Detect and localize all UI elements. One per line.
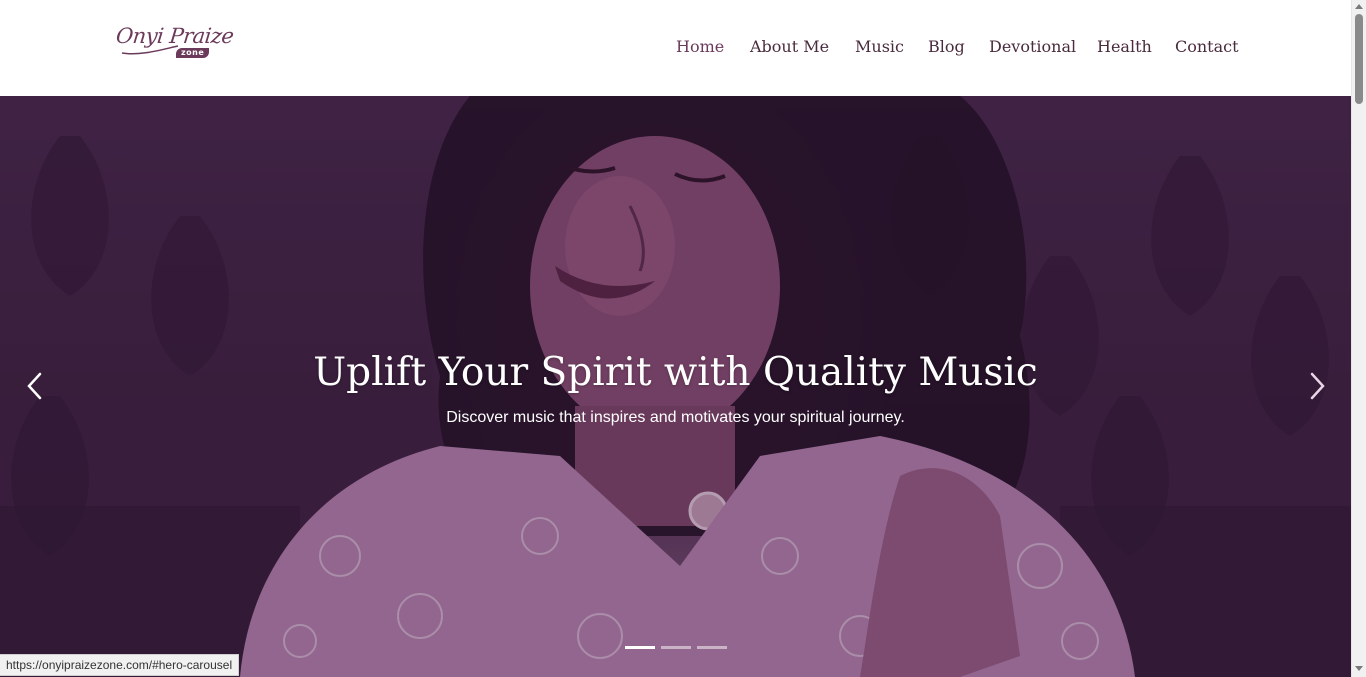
carousel-prev-button[interactable] (20, 368, 50, 404)
scroll-down-icon[interactable] (1355, 666, 1363, 671)
logo-badge: zone (176, 48, 210, 58)
vertical-scrollbar[interactable] (1351, 0, 1366, 677)
scroll-up-icon[interactable] (1355, 4, 1363, 9)
nav-item-blog[interactable]: Blog (928, 36, 965, 58)
status-bar-url: https://onyipraizezone.com/#hero-carouse… (0, 654, 240, 676)
scrollbar-thumb[interactable] (1355, 14, 1363, 104)
site-header: Onyi Praize zone Home About Me Music Blo… (0, 0, 1351, 96)
carousel-indicator-3[interactable] (697, 646, 727, 649)
carousel-indicator-1[interactable] (625, 646, 655, 649)
site-logo[interactable]: Onyi Praize zone (115, 24, 235, 66)
page: Onyi Praize zone Home About Me Music Blo… (0, 0, 1366, 677)
hero-subtitle: Discover music that inspires and motivat… (446, 409, 905, 426)
nav-item-music[interactable]: Music (855, 36, 904, 58)
nav-item-devotional[interactable]: Devotional (989, 36, 1076, 58)
logo-swoosh-icon (121, 45, 179, 55)
nav-item-contact[interactable]: Contact (1175, 36, 1239, 58)
chevron-left-icon (27, 372, 42, 400)
nav-item-about-me[interactable]: About Me (750, 36, 829, 58)
chevron-right-icon (1310, 372, 1325, 400)
hero-title: Uplift Your Spirit with Quality Music (313, 350, 1038, 395)
carousel-indicator-2[interactable] (661, 646, 691, 649)
nav-item-home[interactable]: Home (676, 36, 724, 58)
carousel-next-button[interactable] (1302, 368, 1332, 404)
hero-carousel: Uplift Your Spirit with Quality Music Di… (0, 96, 1351, 677)
nav-item-health[interactable]: Health (1097, 36, 1152, 58)
